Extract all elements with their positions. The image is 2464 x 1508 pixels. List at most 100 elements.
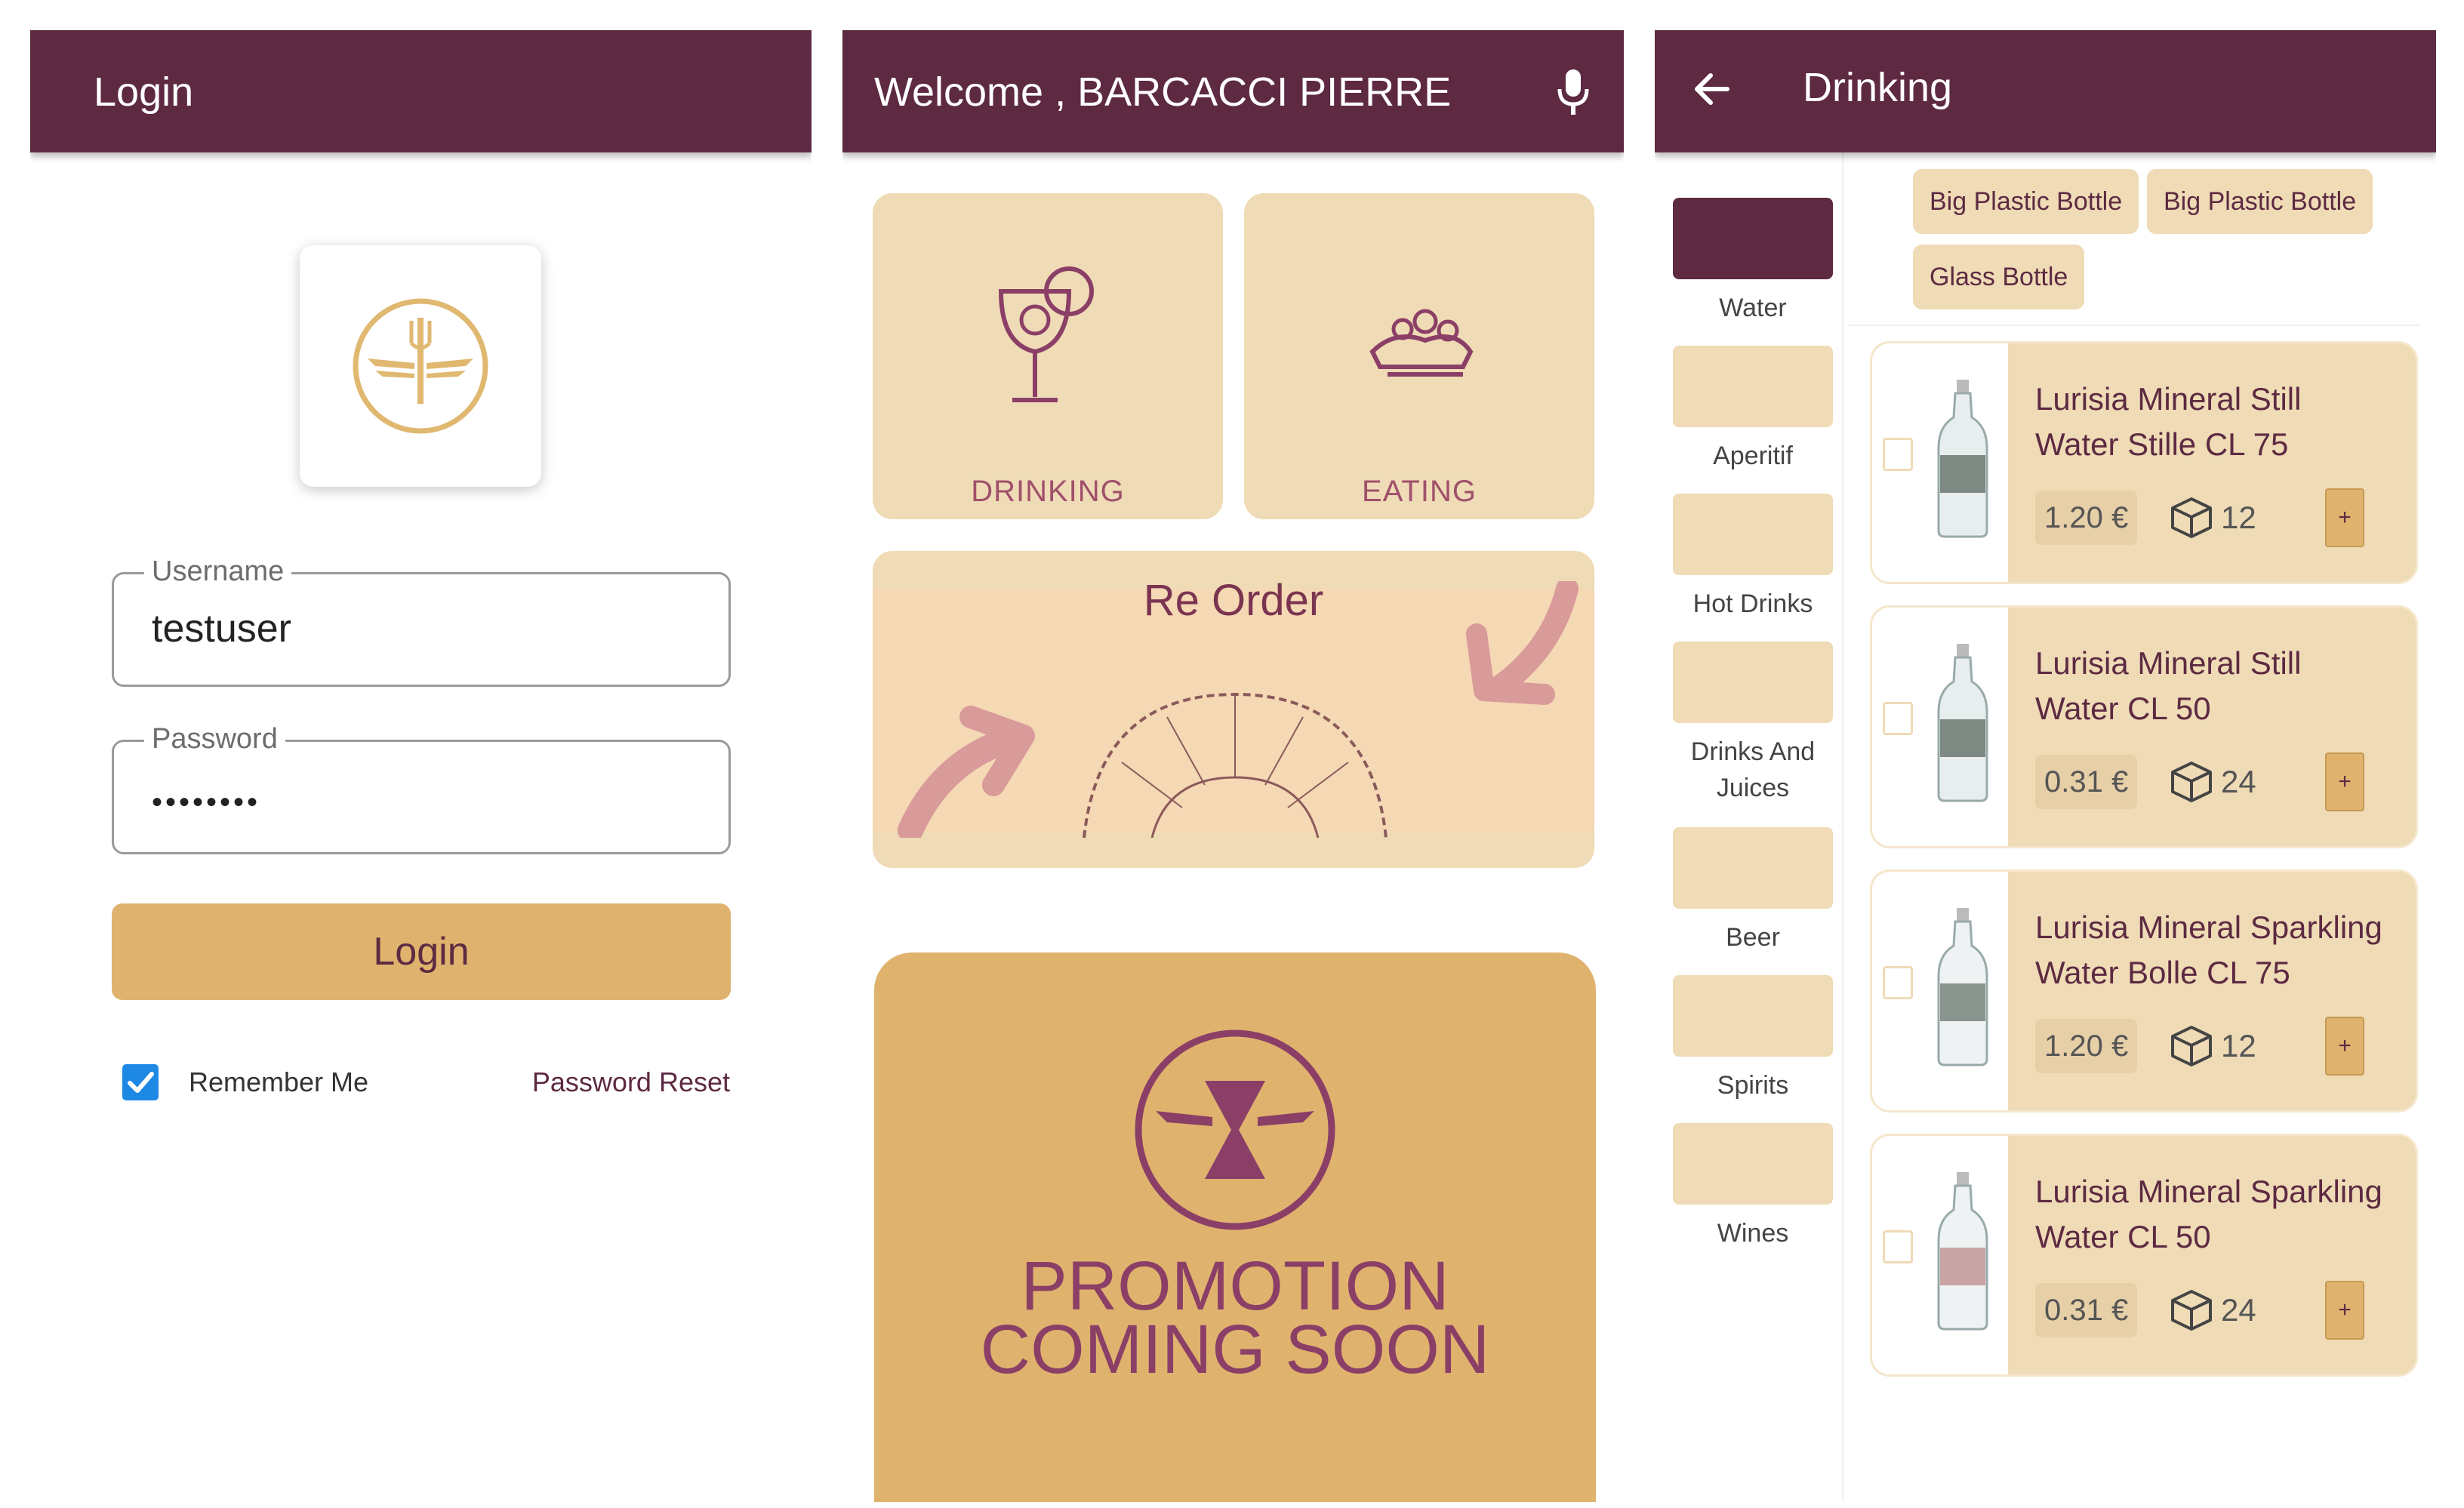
category-beer[interactable]: Beer (1673, 827, 1833, 956)
checkmark-icon (128, 1072, 154, 1093)
login-screen: Login Username testuser Password •••••••… (30, 30, 812, 1502)
reorder-banner[interactable]: Re Order (873, 551, 1594, 868)
product-name: Lurisia Mineral Still Water CL 50 (2035, 641, 2413, 731)
drinking-tile[interactable]: DRINKING (873, 193, 1223, 519)
add-button[interactable]: + (2325, 752, 2364, 811)
category-aperitif-tile (1673, 346, 1833, 427)
water-bottle-icon (1937, 1172, 1988, 1331)
category-water-tile (1673, 198, 1833, 279)
category-wines-tile (1673, 1123, 1833, 1205)
category-drinks-and-juices-tile (1673, 642, 1833, 723)
add-button[interactable]: + (2325, 1281, 2364, 1340)
filter-chip[interactable]: Glass Bottle (1913, 245, 2085, 309)
product-checkbox[interactable] (1883, 966, 1913, 999)
divider (1848, 325, 2421, 326)
category-label: Wines (1717, 1219, 1789, 1248)
category-label: Beer (1726, 923, 1780, 952)
box-icon (2171, 1026, 2212, 1066)
category-label: Spirits (1717, 1071, 1789, 1100)
filter-chip[interactable]: Big Plastic Bottle (2147, 169, 2373, 234)
app-bar: Welcome , BARCACCI PIERRE (842, 30, 1624, 152)
water-bottle-icon (1937, 644, 1988, 802)
product-card[interactable]: Lurisia Mineral Sparkling Water CL 50 0.… (1870, 1134, 2418, 1377)
category-water[interactable]: Water (1673, 198, 1833, 326)
hourglass-logo-icon (1135, 1029, 1335, 1230)
category-spirits[interactable]: Spirits (1673, 975, 1833, 1103)
category-hot-drinks-tile (1673, 494, 1833, 575)
product-name-line-1: Lurisia Mineral Still (2035, 381, 2302, 417)
username-label: Username (144, 555, 292, 588)
product-name: Lurisia Mineral Sparkling Water CL 50 (2035, 1169, 2413, 1260)
product-price: 1.20 € (2035, 1019, 2138, 1073)
product-quantity: 24 (2221, 764, 2256, 799)
login-button[interactable]: Login (112, 903, 731, 1000)
product-card[interactable]: Lurisia Mineral Sparkling Water Bolle CL… (1870, 869, 2418, 1113)
product-price: 0.31 € (2035, 755, 2138, 809)
category-drinks-and-juices[interactable]: Drinks And Juices (1673, 642, 1833, 806)
password-field[interactable]: Password •••••••• (112, 722, 731, 854)
filter-chip[interactable]: Big Plastic Bottle (1913, 169, 2139, 234)
water-bottle-icon (1937, 380, 1988, 538)
product-name-line-1: Lurisia Mineral Sparkling (2035, 1174, 2382, 1209)
product-card[interactable]: Lurisia Mineral Still Water Stille CL 75… (1870, 341, 2418, 584)
eating-label: EATING (1362, 475, 1477, 508)
app-bar: Login (30, 30, 812, 152)
product-card[interactable]: Lurisia Mineral Still Water CL 50 0.31 €… (1870, 605, 2418, 848)
password-label: Password (144, 722, 285, 756)
password-reset-link[interactable]: Password Reset (532, 1064, 730, 1100)
product-checkbox[interactable] (1883, 702, 1913, 735)
product-price: 1.20 € (2035, 491, 2138, 545)
promotion-banner: PROMOTION COMING SOON (874, 953, 1596, 1502)
product-name-line-2: Water Bolle CL 75 (2035, 955, 2290, 990)
microphone-icon[interactable] (1556, 68, 1591, 116)
username-value: testuser (152, 607, 291, 651)
home-screen: Welcome , BARCACCI PIERRE DRINKING EATIN… (842, 30, 1624, 1502)
product-name-line-1: Lurisia Mineral Sparkling (2035, 909, 2382, 945)
water-bottle-icon (1937, 908, 1988, 1066)
category-label: Aperitif (1713, 442, 1793, 470)
product-name-line-2: Water Stille CL 75 (2035, 426, 2289, 462)
cocktail-glass-icon (998, 266, 1094, 402)
eating-tile[interactable]: EATING (1244, 193, 1594, 519)
product-image (1872, 872, 2008, 1110)
add-button[interactable]: + (2325, 1017, 2364, 1076)
arrow-up-right-icon (898, 706, 1035, 838)
product-image (1872, 1136, 2008, 1374)
category-hot-drinks[interactable]: Hot Drinks (1673, 494, 1833, 622)
app-bar: Drinking (1655, 30, 2436, 152)
page-title: Login (94, 69, 194, 115)
category-spirits-tile (1673, 975, 1833, 1057)
remember-me-checkbox[interactable] (122, 1064, 159, 1100)
product-name-line-1: Lurisia Mineral Still (2035, 645, 2302, 681)
drinking-label: DRINKING (971, 475, 1125, 508)
product-checkbox[interactable] (1883, 1230, 1913, 1263)
product-name-line-2: Water CL 50 (2035, 691, 2211, 726)
product-name: Lurisia Mineral Sparkling Water Bolle CL… (2035, 905, 2413, 996)
pizza-illustration (1083, 692, 1388, 838)
remember-me-label: Remember Me (189, 1066, 369, 1097)
product-quantity: 12 (2221, 1028, 2256, 1063)
product-quantity: 12 (2221, 500, 2256, 535)
category-wines[interactable]: Wines (1673, 1123, 1833, 1251)
category-beer-tile (1673, 827, 1833, 909)
product-name: Lurisia Mineral Still Water Stille CL 75 (2035, 377, 2413, 467)
welcome-title: Welcome , BARCACCI PIERRE (874, 69, 1452, 115)
product-name-line-2: Water CL 50 (2035, 1219, 2211, 1254)
app-logo (300, 245, 541, 487)
product-quantity: 24 (2221, 1292, 2256, 1328)
category-label: Hot Drinks (1692, 589, 1813, 618)
product-image (1872, 343, 2008, 582)
category-label: Drinks And Juices (1690, 737, 1816, 802)
food-icon (1369, 309, 1474, 377)
add-button[interactable]: + (2325, 488, 2364, 547)
promotion-line-1: PROMOTION (1021, 1248, 1449, 1325)
back-arrow-icon[interactable] (1688, 65, 1736, 113)
category-aperitif[interactable]: Aperitif (1673, 346, 1833, 474)
product-checkbox[interactable] (1883, 438, 1913, 471)
username-field[interactable]: Username testuser (112, 555, 731, 687)
category-sidebar: Water Aperitif Hot Drinks Drinks And Jui… (1655, 152, 1843, 1502)
password-value: •••••••• (152, 786, 261, 819)
arrow-down-left-icon (1466, 581, 1578, 705)
category-label: Water (1719, 294, 1787, 322)
product-price: 0.31 € (2035, 1283, 2138, 1337)
